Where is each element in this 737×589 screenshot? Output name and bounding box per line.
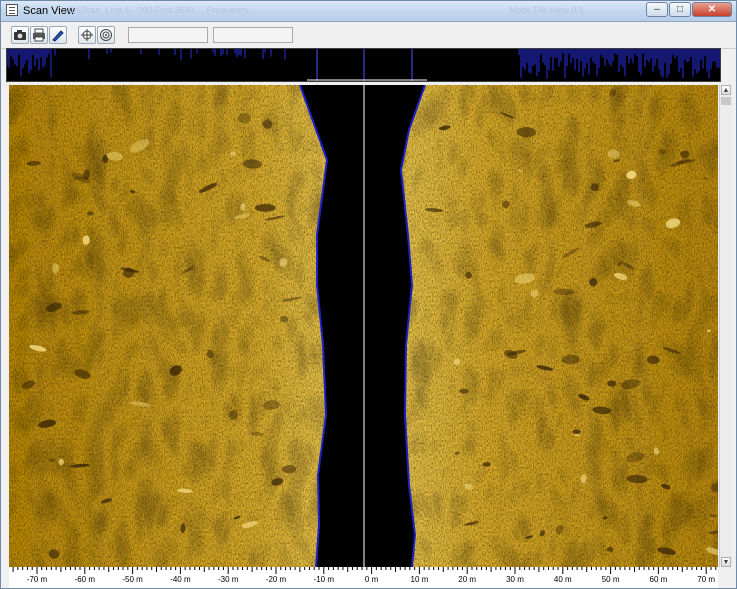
seabed-rock — [574, 434, 580, 437]
pen-button[interactable] — [49, 26, 67, 44]
zoom-button[interactable] — [97, 26, 115, 44]
vertical-scrollbar[interactable]: ▲ ▼ — [719, 85, 732, 567]
scale-tick-label: 10 m — [410, 575, 429, 584]
printer-icon — [33, 28, 45, 42]
sidescan-image[interactable] — [9, 85, 718, 567]
depth-profile-graph — [7, 49, 720, 81]
status-field-1[interactable] — [128, 27, 208, 43]
scale-tick-label: 20 m — [458, 575, 477, 584]
scale-tick-label: -30 m — [217, 575, 239, 584]
seabed-rock — [254, 204, 276, 212]
crosshair-icon — [81, 29, 93, 41]
print-button[interactable] — [30, 26, 48, 44]
status-field-2[interactable] — [213, 27, 293, 43]
scale-tick-label: 30 m — [506, 575, 524, 584]
title-bar[interactable]: Scan View ...C:\Scan_Line 6_ 000 Fwd.SON… — [1, 1, 736, 22]
minimize-button[interactable]: – — [646, 2, 668, 17]
scale-tick-label: -60 m — [74, 575, 96, 584]
scale-tick-label: -50 m — [122, 575, 143, 584]
maximize-button[interactable]: □ — [669, 2, 691, 17]
target-button[interactable] — [78, 26, 96, 44]
scan-view-window: Scan View ...C:\Scan_Line 6_ 000 Fwd.SON… — [0, 0, 737, 589]
scale-tick-label: 70 m — [697, 575, 716, 584]
window-icon — [6, 4, 18, 16]
scale-tick-label: 40 m — [553, 575, 572, 584]
scale-tick-label: -70 m — [26, 575, 48, 584]
scroll-thumb[interactable] — [721, 97, 731, 105]
pen-icon — [52, 30, 64, 42]
camera-button[interactable] — [11, 26, 29, 44]
camera-icon — [14, 30, 26, 40]
scale-tick-label: 60 m — [649, 575, 668, 584]
scale-tick-label: 0 m — [364, 575, 379, 584]
close-button[interactable]: ✕ — [692, 2, 732, 17]
window-controls: – □ ✕ — [646, 2, 732, 17]
depth-profile-strip — [6, 48, 721, 82]
scale-ticks — [12, 567, 717, 574]
range-scale: -70 m -60 m -50 m -40 m -30 m -20 m -10 m 0 m 10… — [9, 567, 718, 588]
scroll-up-arrow[interactable]: ▲ — [721, 85, 731, 95]
background-title-left: ...C:\Scan_Line 6_ 000 Fwd.SON ... Frequ… — [61, 5, 256, 15]
concentric-circles-icon — [100, 29, 112, 41]
scale-tick-label: -40 m — [170, 575, 191, 584]
toolbar — [1, 22, 736, 49]
sidescan-sonar-svg — [9, 85, 718, 567]
scroll-down-arrow[interactable]: ▼ — [721, 557, 731, 567]
scale-tick-label: 50 m — [601, 575, 620, 584]
scale-tick-label: -20 m — [265, 575, 287, 584]
background-title-right: Mock Tile View 0.1 — [509, 5, 584, 15]
scale-tick-label: -10 m — [313, 575, 335, 584]
